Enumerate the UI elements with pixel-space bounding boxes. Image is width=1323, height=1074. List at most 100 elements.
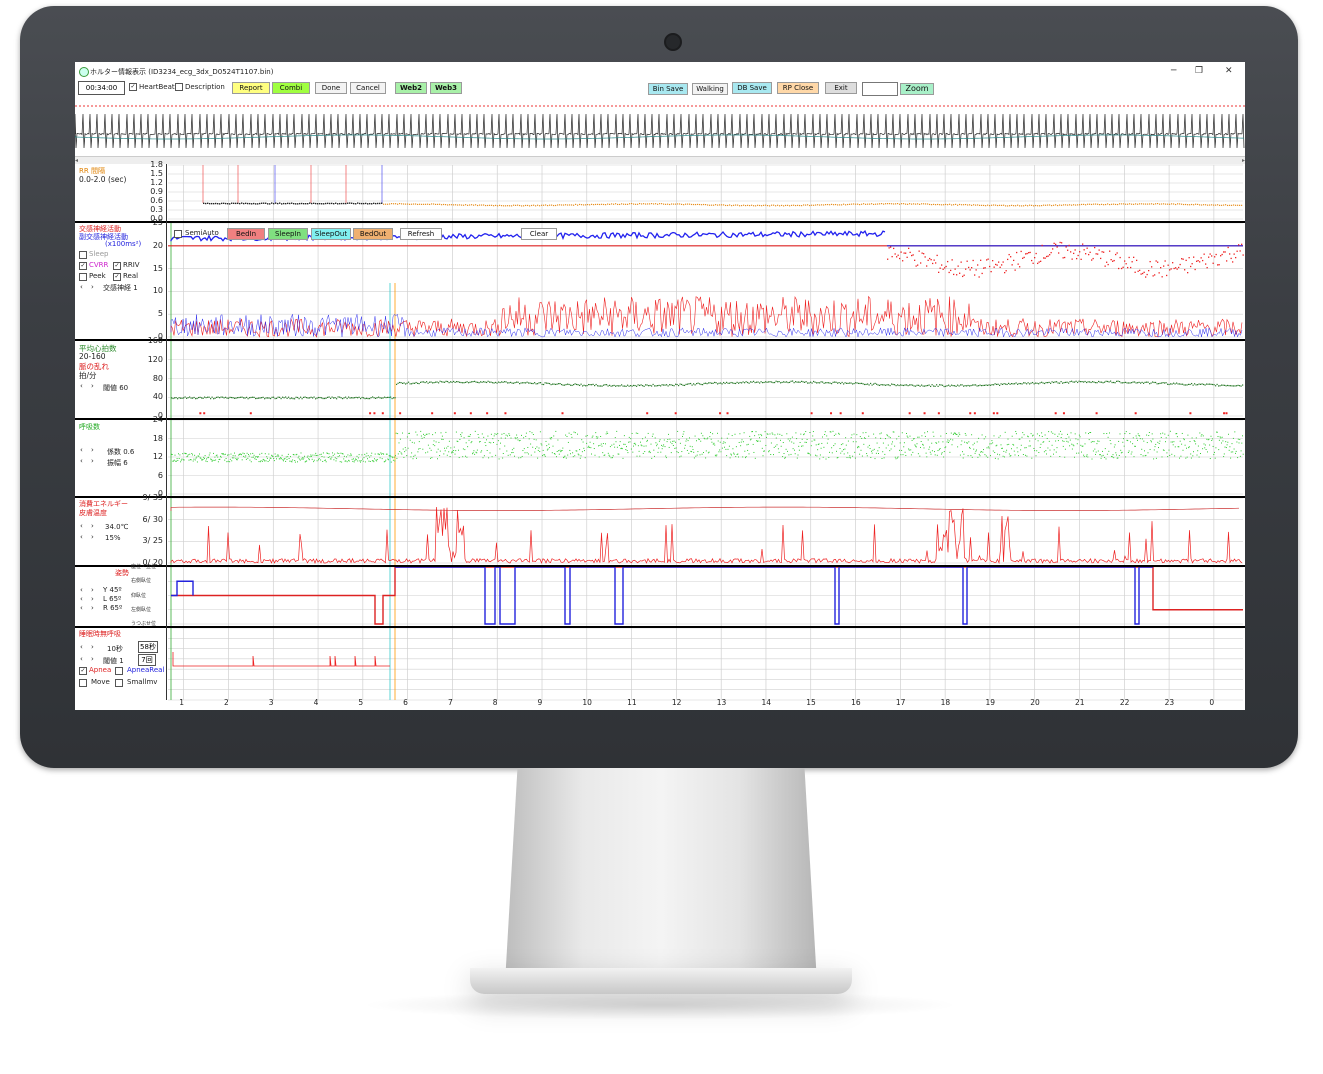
cancel-button[interactable]: Cancel — [350, 82, 386, 94]
posture-l-arrows[interactable]: ‹ › — [80, 595, 97, 603]
resp-dot — [1234, 431, 1236, 433]
rr-dot — [283, 202, 285, 205]
resp-dot — [317, 454, 319, 456]
pct-nav-arrows[interactable]: ‹ › — [80, 533, 97, 541]
ecg-strip — [75, 104, 1245, 154]
combi-button[interactable]: Combi — [272, 82, 310, 94]
rr-dot — [959, 203, 961, 206]
sleepout-button[interactable]: SleepOut — [311, 228, 351, 240]
posture-y-arrows[interactable]: ‹ › — [80, 586, 97, 594]
web2-button[interactable]: Web2 — [395, 82, 427, 94]
irregular-beat-dot — [839, 412, 842, 415]
apnea-sec-box[interactable]: 58秒 — [138, 641, 158, 653]
time-input[interactable]: 00:34:00 — [78, 81, 125, 95]
hr-dot — [877, 384, 879, 386]
sympathetic-dot — [933, 259, 935, 261]
zoom-button[interactable]: Zoom — [900, 83, 934, 95]
rr-dot — [565, 204, 567, 206]
rr-dot — [907, 203, 909, 205]
hr-dot — [639, 384, 641, 387]
apnea-real-checkbox[interactable] — [115, 667, 123, 675]
resp-dot — [854, 451, 856, 453]
description-checkbox[interactable] — [175, 83, 183, 91]
rr-dot — [465, 204, 467, 206]
resp-dot — [1204, 444, 1206, 446]
hr-dot — [285, 396, 287, 398]
resp-dot — [861, 455, 863, 457]
move-checkbox[interactable] — [79, 679, 87, 687]
clear-button[interactable]: Clear — [521, 228, 557, 240]
posture-r-arrows[interactable]: ‹ › — [80, 604, 97, 612]
time-axis-label: 20 — [1030, 698, 1040, 707]
resp-dot — [453, 450, 455, 452]
resp-dot — [787, 450, 788, 452]
resp-dot — [682, 435, 683, 437]
resp-dot — [530, 443, 532, 445]
resp-dot — [1163, 449, 1165, 451]
rp-close-button[interactable]: RP Close — [777, 82, 819, 94]
sympathetic-dot — [1077, 254, 1079, 257]
sleepin-button[interactable]: SleepIn — [268, 228, 308, 240]
rr-dot — [1115, 203, 1117, 206]
bedin-button[interactable]: BedIn — [227, 228, 265, 240]
heartbeat-checkbox[interactable]: ✓ — [129, 83, 137, 91]
done-button[interactable]: Done — [315, 82, 347, 94]
hr-dot — [628, 385, 630, 387]
rr-dot — [879, 203, 881, 205]
hr-dot — [1134, 381, 1136, 383]
autonomic-nav-arrows[interactable]: ‹ › — [80, 283, 97, 291]
peek-checkbox[interactable] — [79, 273, 87, 281]
rr-dot — [893, 203, 895, 205]
autonomic-series — [168, 229, 1244, 338]
apnea-sec-arrows[interactable]: ‹ › — [80, 643, 97, 651]
hr-dot — [1011, 382, 1013, 385]
apnea-sec-label: 10秒 — [107, 645, 123, 653]
rr-dot — [885, 203, 887, 205]
sympathetic-dot — [920, 262, 922, 264]
exit-button[interactable]: Exit — [825, 82, 857, 94]
hr-dot — [393, 397, 395, 399]
zoom-input[interactable] — [862, 82, 898, 96]
smallmv-checkbox[interactable] — [115, 679, 123, 687]
web3-button[interactable]: Web3 — [430, 82, 462, 94]
temp-nav-arrows[interactable]: ‹ › — [80, 522, 97, 530]
real-checkbox[interactable]: ✓ — [113, 273, 121, 281]
refresh-button[interactable]: Refresh — [400, 228, 442, 240]
cvrr-checkbox[interactable]: ✓ — [79, 262, 87, 270]
hr-dot — [859, 382, 861, 385]
hr-dot — [426, 381, 428, 383]
apnea-count-box[interactable]: 7回 — [138, 654, 156, 666]
sympathetic-dot — [1179, 263, 1181, 266]
hr-dot — [184, 396, 186, 398]
resp-dot — [528, 453, 529, 455]
hr-nav-arrows[interactable]: ‹ › — [80, 382, 97, 390]
close-icon[interactable]: ✕ — [1225, 66, 1233, 76]
resp-dot — [1211, 439, 1213, 441]
resp-coef-arrows[interactable]: ‹ › — [80, 446, 97, 454]
rriv-checkbox[interactable]: ✓ — [113, 262, 121, 270]
walking-button[interactable]: Walking — [692, 83, 728, 95]
irregular-beat-dot — [399, 412, 402, 415]
y-tick-label: 10 — [152, 286, 163, 296]
hr-dot — [232, 397, 234, 399]
apnea-threshold-arrows[interactable]: ‹ › — [80, 655, 97, 663]
hr-dot — [1132, 381, 1134, 383]
bin-save-button[interactable]: Bin Save — [648, 83, 688, 95]
resp-amp-arrows[interactable]: ‹ › — [80, 457, 97, 465]
hr-dot — [1182, 383, 1184, 385]
resp-dot — [854, 457, 856, 459]
bedout-button[interactable]: BedOut — [353, 228, 393, 240]
sleep-checkbox[interactable] — [79, 251, 87, 259]
rr-dot — [937, 203, 939, 206]
semiauto-checkbox[interactable] — [174, 230, 182, 238]
hr-dot — [855, 382, 857, 384]
apnea-checkbox[interactable]: ✓ — [79, 667, 87, 675]
db-save-button[interactable]: DB Save — [732, 82, 772, 94]
sympathetic-dot — [984, 267, 986, 269]
rr-dot — [1209, 204, 1211, 206]
minimize-icon[interactable]: ─ — [1171, 66, 1176, 76]
resp-dot — [210, 459, 212, 461]
resp-dot — [1225, 447, 1227, 449]
restore-icon[interactable]: ❐ — [1195, 66, 1203, 76]
report-button[interactable]: Report — [232, 82, 270, 94]
